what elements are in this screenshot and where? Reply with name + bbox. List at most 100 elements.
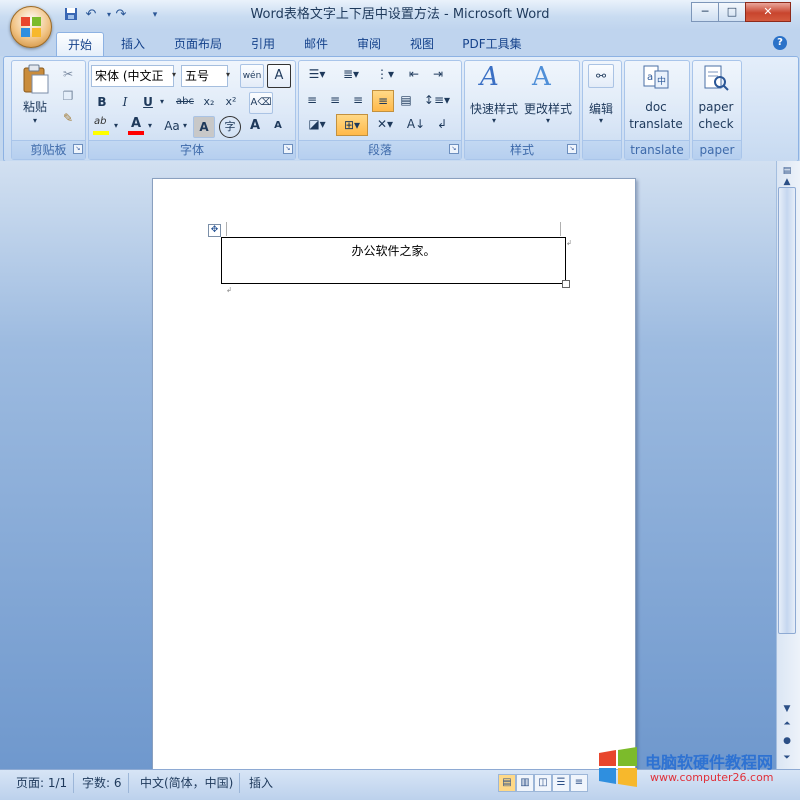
tab-view[interactable]: 视图 xyxy=(401,32,443,56)
status-insert-mode[interactable]: 插入 xyxy=(243,773,279,793)
clear-formatting-icon[interactable]: A⌫ xyxy=(249,92,273,114)
highlight-button[interactable]: ab xyxy=(91,116,113,136)
previous-page-icon[interactable]: ⏶ xyxy=(778,716,796,732)
change-styles-dropdown-icon: ▾ xyxy=(545,116,550,125)
customize-qat-icon[interactable]: ▾ xyxy=(146,7,164,23)
shading-icon[interactable]: ◪▾ xyxy=(302,114,332,134)
styles-group-label: 样式 xyxy=(465,140,579,159)
italic-button[interactable]: I xyxy=(115,92,135,112)
font-color-button[interactable]: A xyxy=(126,116,146,136)
styles-launcher-icon[interactable]: ↘ xyxy=(567,144,577,154)
grow-font-button[interactable]: A xyxy=(245,116,265,136)
superscript-button[interactable]: x² xyxy=(221,92,241,112)
borders-icon[interactable]: ⊞▾ xyxy=(336,114,368,136)
table-move-handle-icon[interactable]: ✥ xyxy=(208,224,221,237)
doc-translate-icon: a 中 xyxy=(643,65,669,89)
sort-icon[interactable]: A↓ xyxy=(406,114,426,134)
font-size-combo[interactable]: 五号 xyxy=(181,65,228,87)
table-cell[interactable]: 办公软件之家。 xyxy=(221,237,566,284)
font-launcher-icon[interactable]: ↘ xyxy=(283,144,293,154)
binoculars-icon: ⚯ xyxy=(588,64,614,88)
scroll-down-button[interactable]: ▼ xyxy=(778,701,796,717)
doc-translate-button[interactable]: a 中 doc translate xyxy=(628,62,684,132)
format-painter-icon[interactable]: ✎ xyxy=(58,108,78,128)
show-marks-icon[interactable]: ↲ xyxy=(432,114,452,134)
highlight-dropdown-icon[interactable]: ▾ xyxy=(114,116,118,136)
highlight-icon: ab xyxy=(94,116,107,127)
change-case-dropdown-icon[interactable]: ▾ xyxy=(183,116,187,136)
align-center-icon[interactable]: ≡ xyxy=(325,90,345,110)
row-end-mark: ↲ xyxy=(566,239,572,247)
clipboard-launcher-icon[interactable]: ↘ xyxy=(73,144,83,154)
minimize-button[interactable]: ─ xyxy=(691,2,719,22)
svg-text:a: a xyxy=(647,72,653,83)
undo-icon[interactable]: ↶ xyxy=(82,7,100,23)
doc-translate-label: translate xyxy=(629,117,683,131)
bullets-icon[interactable]: ☰▾ xyxy=(302,64,332,84)
paragraph-group-label: 段落 xyxy=(299,140,461,159)
font-color-dropdown-icon[interactable]: ▾ xyxy=(148,116,152,136)
print-layout-icon[interactable]: ▤ xyxy=(498,774,516,792)
increase-indent-icon[interactable]: ⇥ xyxy=(428,64,448,84)
shrink-font-button[interactable]: A xyxy=(268,116,288,136)
cut-icon[interactable]: ✂ xyxy=(58,64,78,84)
enclose-characters-button[interactable]: 字 xyxy=(219,116,241,138)
draft-view-icon[interactable]: ≡ xyxy=(570,774,588,792)
font-group-label: 字体 xyxy=(89,140,295,159)
scroll-thumb[interactable] xyxy=(778,187,796,634)
next-page-icon[interactable]: ⏷ xyxy=(778,750,796,766)
paste-button[interactable]: 粘贴 ▾ xyxy=(18,62,52,130)
select-browse-object-icon[interactable]: ● xyxy=(778,733,796,749)
tab-review[interactable]: 审阅 xyxy=(348,32,390,56)
paragraph-launcher-icon[interactable]: ↘ xyxy=(449,144,459,154)
editing-label: 编辑 xyxy=(588,102,613,116)
redo-icon[interactable]: ↷ xyxy=(112,7,130,23)
close-button[interactable]: ✕ xyxy=(745,2,791,22)
underline-button[interactable]: U xyxy=(138,92,158,112)
status-word-count[interactable]: 字数: 6 xyxy=(76,773,129,793)
character-shading-button[interactable]: A xyxy=(193,116,215,138)
paper-check-button[interactable]: paper check xyxy=(694,62,738,132)
tab-page-layout[interactable]: 页面布局 xyxy=(165,32,231,56)
tab-mailings[interactable]: 邮件 xyxy=(295,32,337,56)
change-styles-button[interactable]: A 更改样式 ▾ xyxy=(522,62,574,132)
numbering-icon[interactable]: ≣▾ xyxy=(336,64,366,84)
status-page[interactable]: 页面: 1/1 xyxy=(10,773,75,793)
quick-styles-button[interactable]: A 快速样式 ▾ xyxy=(468,62,520,132)
strikethrough-button[interactable]: abc xyxy=(172,92,198,112)
watermark-url: www.computer26.com xyxy=(650,771,774,784)
full-screen-reading-icon[interactable]: ▥ xyxy=(516,774,534,792)
subscript-button[interactable]: x₂ xyxy=(199,92,219,112)
tab-insert[interactable]: 插入 xyxy=(112,32,154,56)
align-right-icon[interactable]: ≡ xyxy=(348,90,368,110)
decrease-indent-icon[interactable]: ⇤ xyxy=(404,64,424,84)
status-language[interactable]: 中文(简体，中国) xyxy=(134,773,241,793)
chinese-layout-icon[interactable]: ✕▾ xyxy=(370,114,400,134)
save-icon[interactable] xyxy=(62,7,80,23)
office-button[interactable] xyxy=(10,6,52,48)
bold-button[interactable]: B xyxy=(92,92,112,112)
maximize-button[interactable]: □ xyxy=(718,2,746,22)
copy-icon[interactable]: ❐ xyxy=(58,86,78,106)
align-left-icon[interactable]: ≡ xyxy=(302,90,322,110)
web-layout-icon[interactable]: ◫ xyxy=(534,774,552,792)
help-icon[interactable]: ? xyxy=(773,36,787,50)
distributed-icon[interactable]: ▤ xyxy=(396,90,416,110)
outline-view-icon[interactable]: ☰ xyxy=(552,774,570,792)
doc-label: doc xyxy=(645,100,667,114)
character-border-button[interactable]: A xyxy=(267,64,291,88)
multilevel-list-icon[interactable]: ⋮▾ xyxy=(370,64,400,84)
change-case-button[interactable]: Aa xyxy=(160,116,184,136)
line-spacing-icon[interactable]: ↕≡▾ xyxy=(422,90,452,110)
table-resize-handle[interactable] xyxy=(562,280,570,288)
tab-home[interactable]: 开始 xyxy=(56,32,104,57)
font-size-dropdown-icon[interactable]: ▾ xyxy=(223,65,233,85)
underline-dropdown-icon[interactable]: ▾ xyxy=(160,92,164,112)
font-name-dropdown-icon[interactable]: ▾ xyxy=(169,65,179,85)
phonetic-guide-button[interactable]: wén xyxy=(240,64,264,88)
editing-button[interactable]: ⚯ 编辑 ▾ xyxy=(585,62,617,132)
tab-pdf-tools[interactable]: PDF工具集 xyxy=(454,32,530,56)
font-name-combo[interactable]: 宋体 (中文正 xyxy=(91,65,174,87)
tab-references[interactable]: 引用 xyxy=(242,32,284,56)
justify-icon[interactable]: ≡ xyxy=(372,90,394,112)
